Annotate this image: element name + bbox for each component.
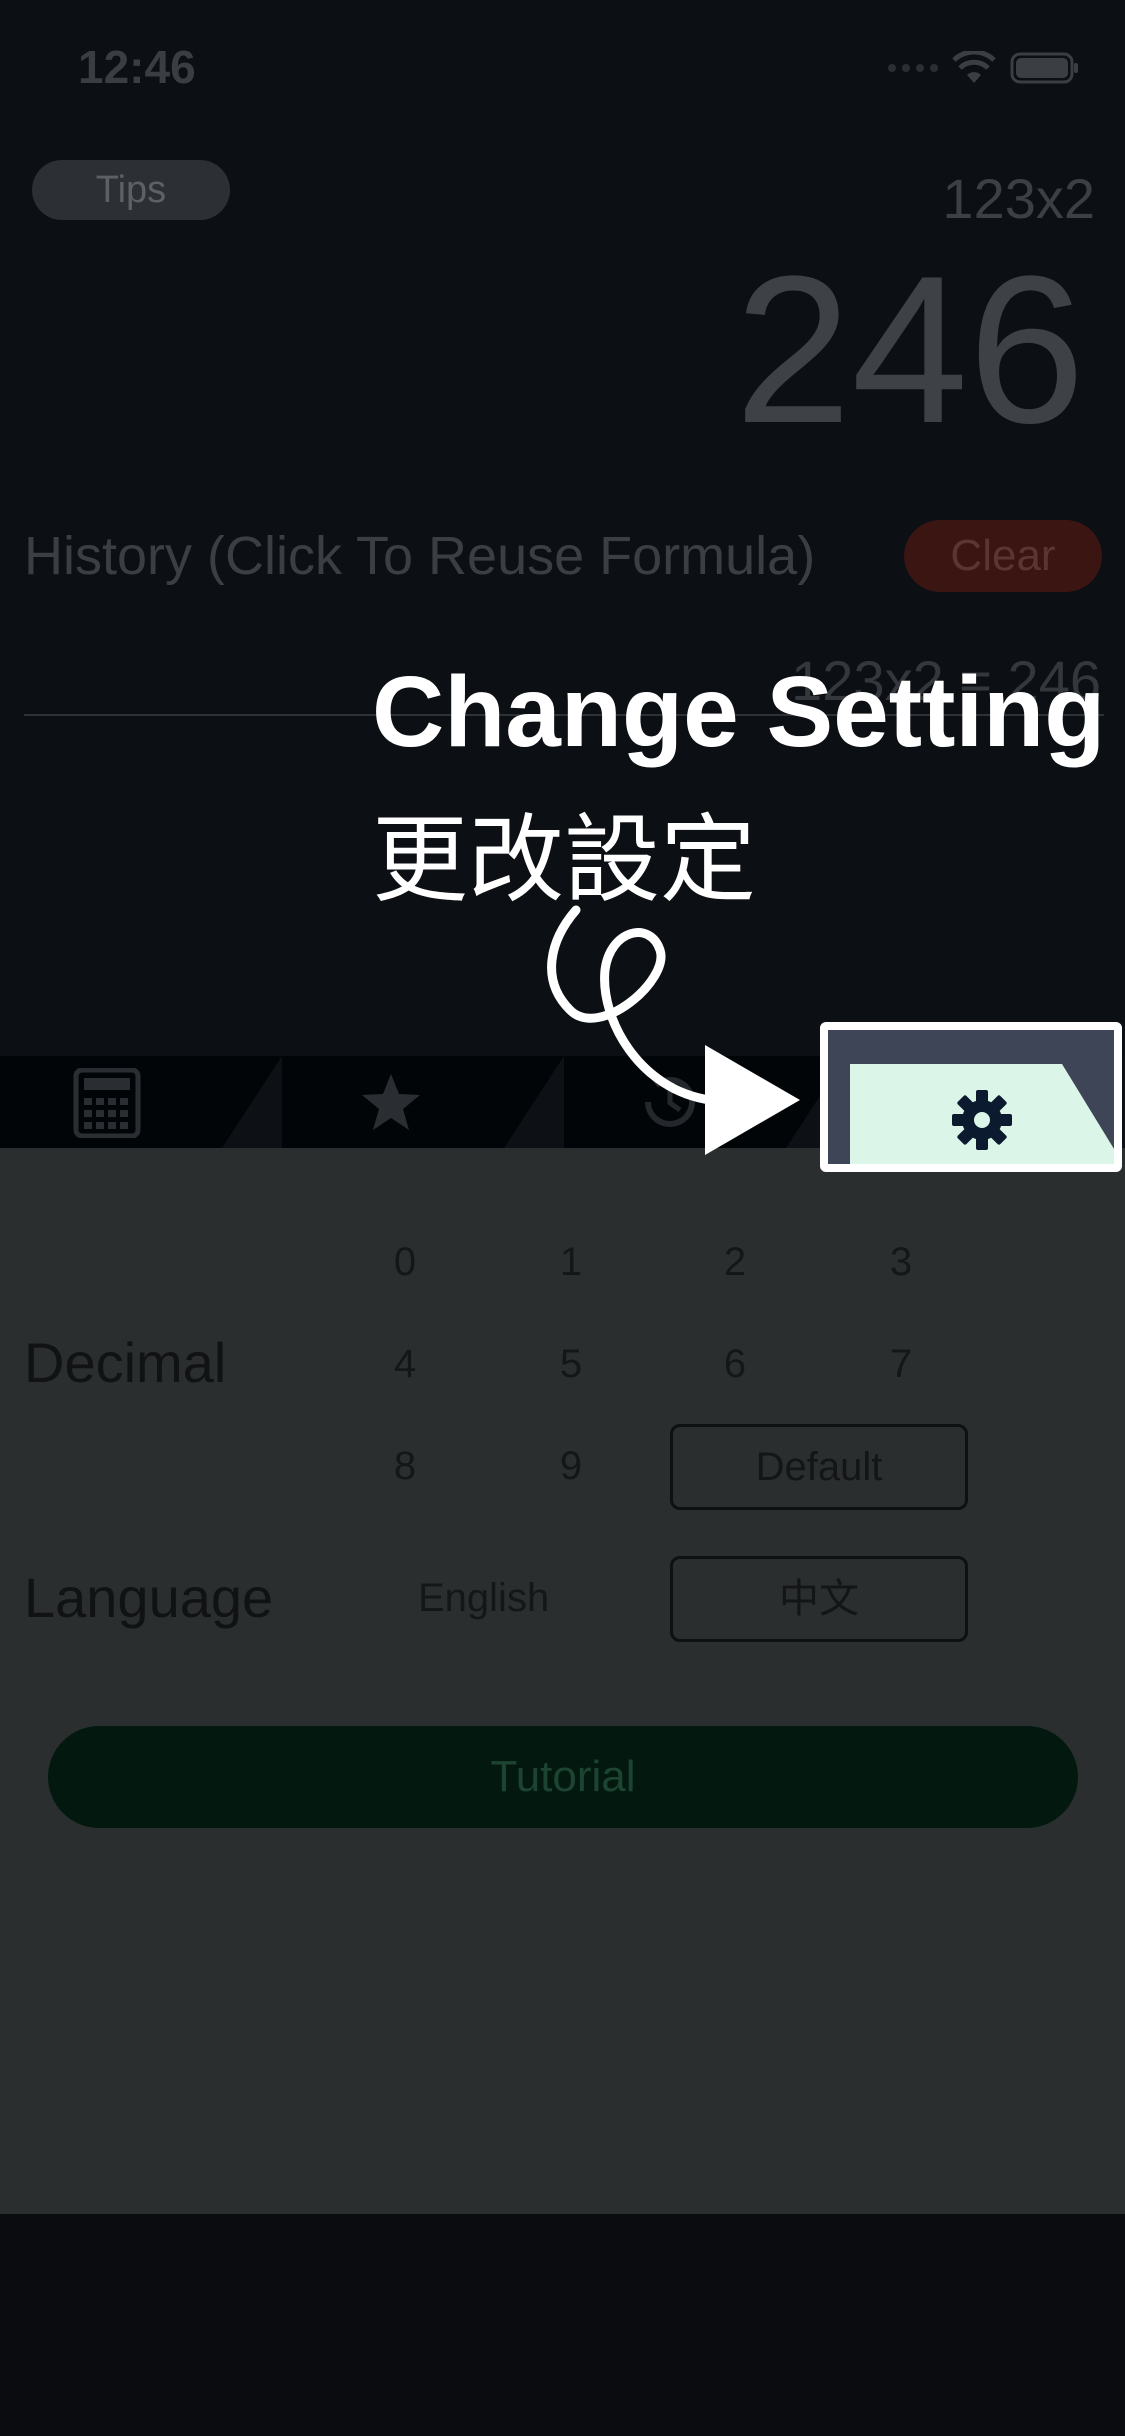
signal-dots-icon xyxy=(888,64,938,72)
settings-panel xyxy=(0,1148,1125,2214)
decimal-option-8[interactable]: 8 xyxy=(370,1444,440,1489)
tips-button[interactable]: Tips xyxy=(32,160,230,220)
language-option-english[interactable]: English xyxy=(418,1576,549,1621)
decimal-option-3[interactable]: 3 xyxy=(866,1240,936,1285)
calculator-icon xyxy=(73,1068,141,1138)
tab-calculator[interactable] xyxy=(0,1056,282,1148)
decimal-option-7[interactable]: 7 xyxy=(866,1342,936,1387)
history-label: History (Click To Reuse Formula) xyxy=(24,526,816,586)
tab-settings[interactable] xyxy=(850,1064,1122,1172)
wifi-icon xyxy=(952,51,996,83)
result-display: 246 xyxy=(734,232,1085,467)
home-indicator-area xyxy=(0,2214,1125,2436)
clear-history-button[interactable]: Clear xyxy=(904,520,1102,592)
status-icons xyxy=(888,48,1080,88)
decimal-option-0[interactable]: 0 xyxy=(370,1240,440,1285)
tutorial-button[interactable]: Tutorial xyxy=(48,1726,1078,1828)
app-screen: 12:46 Tips 123x2 246 History (Click To R… xyxy=(0,0,1125,2436)
language-label: Language xyxy=(24,1566,274,1629)
settings-tab-highlight xyxy=(820,1022,1122,1172)
overlay-title: Change Setting xyxy=(372,656,1106,768)
language-option-chinese[interactable]: 中文 xyxy=(670,1556,968,1642)
status-time: 12:46 xyxy=(78,41,196,93)
decimal-option-4[interactable]: 4 xyxy=(370,1342,440,1387)
decimal-default-button[interactable]: Default xyxy=(670,1424,968,1510)
decimal-option-6[interactable]: 6 xyxy=(700,1342,770,1387)
star-icon xyxy=(362,1074,420,1130)
decimal-option-2[interactable]: 2 xyxy=(700,1240,770,1285)
decimal-option-9[interactable]: 9 xyxy=(536,1444,606,1489)
tab-favorites[interactable] xyxy=(282,1056,564,1148)
gear-icon xyxy=(952,1090,1012,1150)
status-bar: 12:46 xyxy=(0,0,1125,130)
battery-icon xyxy=(1010,52,1078,84)
decimal-option-1[interactable]: 1 xyxy=(536,1240,606,1285)
pointer-arrow-icon xyxy=(547,905,800,1155)
decimal-label: Decimal xyxy=(24,1331,227,1394)
formula-display: 123x2 xyxy=(942,167,1095,230)
decimal-option-5[interactable]: 5 xyxy=(536,1342,606,1387)
